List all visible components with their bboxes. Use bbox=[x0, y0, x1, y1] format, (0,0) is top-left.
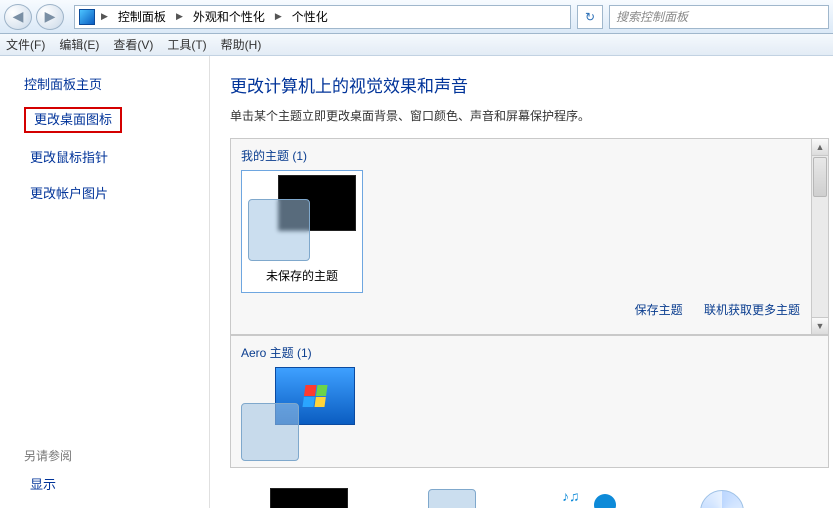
change-desktop-icons-link[interactable]: 更改桌面图标 bbox=[24, 107, 122, 133]
menu-bar: 文件(F) 编辑(E) 查看(V) 工具(T) 帮助(H) bbox=[0, 34, 833, 56]
scroll-down-icon[interactable]: ▼ bbox=[812, 317, 828, 334]
panel-scrollbar[interactable]: ▲ ▼ bbox=[811, 139, 828, 334]
desktop-background-button[interactable] bbox=[270, 488, 348, 508]
chevron-right-icon: ▶ bbox=[99, 11, 110, 22]
windows-logo-icon bbox=[302, 385, 327, 407]
music-note-icon: ♪♫ bbox=[562, 488, 580, 504]
aero-themes-panel: Aero 主题 (1) bbox=[230, 335, 829, 468]
refresh-button[interactable]: ↻ bbox=[577, 5, 603, 29]
search-placeholder: 搜索控制面板 bbox=[616, 8, 688, 25]
sidebar: 控制面板主页 更改桌面图标 更改鼠标指针 更改帐户图片 另请参阅 显示 bbox=[0, 56, 210, 508]
theme-tile-unsaved[interactable]: 未保存的主题 bbox=[241, 170, 363, 293]
change-mouse-pointers-link[interactable]: 更改鼠标指针 bbox=[24, 147, 114, 169]
aero-window-preview-icon bbox=[241, 403, 299, 461]
scroll-up-icon[interactable]: ▲ bbox=[812, 139, 828, 156]
get-themes-online-link[interactable]: 联机获取更多主题 bbox=[704, 303, 800, 317]
menu-view[interactable]: 查看(V) bbox=[113, 36, 153, 53]
sidebar-home-link[interactable]: 控制面板主页 bbox=[24, 74, 191, 93]
body: 控制面板主页 更改桌面图标 更改鼠标指针 更改帐户图片 另请参阅 显示 更改计算… bbox=[0, 56, 833, 508]
crumb-control-panel[interactable]: 控制面板 bbox=[114, 6, 170, 27]
crumb-appearance[interactable]: 外观和个性化 bbox=[189, 6, 269, 27]
page-heading: 更改计算机上的视觉效果和声音 bbox=[230, 72, 829, 97]
theme-action-links: 保存主题 联机获取更多主题 bbox=[241, 293, 818, 328]
theme-tile-aero[interactable] bbox=[241, 367, 355, 461]
location-icon bbox=[79, 9, 95, 25]
person-icon bbox=[594, 494, 616, 508]
disc-icon bbox=[700, 490, 744, 508]
chevron-right-icon: ▶ bbox=[174, 11, 185, 22]
address-bar-row: ◀ ▶ ▶ 控制面板 ▶ 外观和个性化 ▶ 个性化 ↻ 搜索控制面板 bbox=[0, 0, 833, 34]
menu-file[interactable]: 文件(F) bbox=[6, 36, 45, 53]
theme-preview bbox=[248, 175, 356, 261]
my-themes-label: 我的主题 (1) bbox=[241, 147, 818, 164]
save-theme-link[interactable]: 保存主题 bbox=[635, 303, 683, 317]
window-color-button[interactable] bbox=[428, 489, 476, 508]
menu-tools[interactable]: 工具(T) bbox=[167, 36, 206, 53]
see-also-label: 另请参阅 bbox=[24, 447, 191, 464]
screensaver-button[interactable] bbox=[696, 488, 750, 508]
change-account-picture-link[interactable]: 更改帐户图片 bbox=[24, 183, 114, 205]
address-bar[interactable]: ▶ 控制面板 ▶ 外观和个性化 ▶ 个性化 bbox=[74, 5, 571, 29]
customization-icons: ♪♫ bbox=[230, 468, 829, 508]
window-preview-icon bbox=[248, 199, 310, 261]
crumb-personalization[interactable]: 个性化 bbox=[288, 6, 332, 27]
my-themes-panel: 我的主题 (1) 未保存的主题 保存主题 联机获取更多主题 ▲ ▼ bbox=[230, 138, 829, 335]
menu-edit[interactable]: 编辑(E) bbox=[59, 36, 99, 53]
search-input[interactable]: 搜索控制面板 bbox=[609, 5, 829, 29]
display-link[interactable]: 显示 bbox=[24, 474, 62, 496]
sounds-button[interactable]: ♪♫ bbox=[556, 488, 616, 508]
chevron-right-icon: ▶ bbox=[273, 11, 284, 22]
forward-button[interactable]: ▶ bbox=[36, 4, 64, 30]
menu-help[interactable]: 帮助(H) bbox=[221, 36, 262, 53]
back-button[interactable]: ◀ bbox=[4, 4, 32, 30]
aero-themes-label: Aero 主题 (1) bbox=[241, 344, 818, 361]
page-subtext: 单击某个主题立即更改桌面背景、窗口颜色、声音和屏幕保护程序。 bbox=[230, 107, 829, 124]
scroll-thumb[interactable] bbox=[813, 157, 827, 197]
content-area: 更改计算机上的视觉效果和声音 单击某个主题立即更改桌面背景、窗口颜色、声音和屏幕… bbox=[210, 56, 833, 508]
theme-tile-label: 未保存的主题 bbox=[266, 267, 338, 288]
